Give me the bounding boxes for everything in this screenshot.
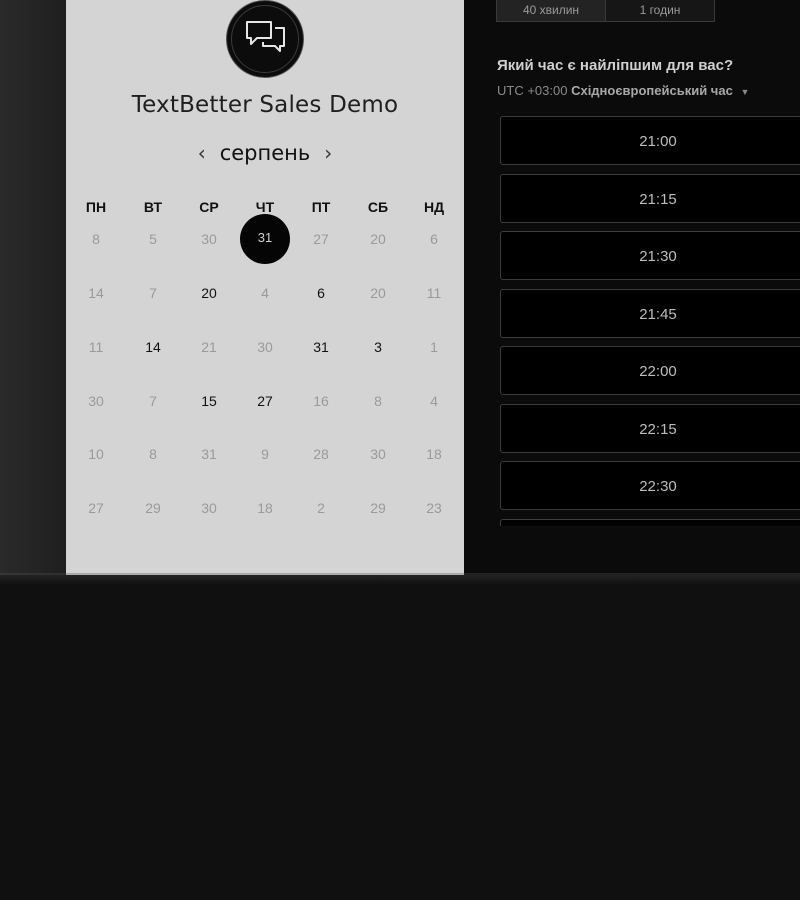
calendar-day: 4	[261, 285, 269, 301]
calendar-day: 2	[317, 500, 325, 516]
time-slot-button[interactable]: 21:00	[500, 116, 800, 165]
time-slot-label	[501, 520, 800, 527]
weekday-header: ВТ	[143, 199, 163, 215]
calendar-day: 23	[426, 500, 442, 516]
duration-tab-40-min[interactable]: 40 хвилин	[496, 0, 606, 22]
calendar-day: 11	[88, 339, 104, 355]
time-slot-button[interactable]: 22:30	[500, 461, 800, 510]
calendar-day: 7	[149, 393, 157, 409]
page-shadow	[0, 573, 800, 585]
time-slot-button[interactable]: 21:15	[500, 173, 800, 223]
calendar-day: 10	[88, 446, 104, 462]
calendar-day: 6	[430, 231, 438, 247]
calendar-day: 27	[88, 500, 104, 516]
timezone-name: Східноєвропейський час	[571, 83, 733, 98]
time-slot-label: 21:00	[639, 133, 677, 150]
calendar-day: 8	[92, 231, 100, 247]
calendar-day: 5	[149, 231, 157, 247]
duration-tabs: 40 хвилин 1 годин	[496, 0, 715, 22]
time-selection-panel: 40 хвилин 1 годин Який час є найліпшим д…	[464, 0, 800, 575]
caret-down-icon: ▼	[740, 87, 750, 97]
calendar-day: 29	[370, 500, 386, 516]
time-slot-button[interactable]: 22:00	[500, 346, 800, 395]
calendar-day: 9	[261, 446, 269, 462]
calendar-day: 27	[313, 231, 329, 247]
time-slot-button[interactable]	[500, 518, 800, 527]
weekday-header: ПТ	[311, 199, 331, 215]
weekday-header: ЧТ	[255, 199, 275, 215]
calendar-day[interactable]: 27	[240, 386, 290, 416]
time-slot-label: 21:45	[639, 305, 677, 323]
calendar-day: 21	[201, 339, 217, 355]
weekday-header: СБ	[367, 199, 389, 215]
time-slot-label: 21:30	[639, 248, 677, 265]
calendar-day: 14	[88, 285, 104, 301]
calendar-day[interactable]: 6	[296, 278, 346, 308]
calendar-day: 8	[374, 393, 382, 409]
calendar-day: 31	[201, 446, 217, 462]
timezone-offset: UTC +03:00	[497, 83, 568, 98]
calendar-day[interactable]: 14	[128, 332, 178, 362]
time-slot-label: 21:15	[639, 190, 677, 208]
duration-tab-1-hour[interactable]: 1 годин	[606, 0, 715, 22]
left-gutter	[0, 0, 66, 575]
time-question: Який час є найліпшим для вас?	[497, 57, 734, 74]
weekday-header: НД	[423, 199, 445, 215]
calendar-day: 29	[145, 500, 161, 516]
calendar-day-selected[interactable]: 31	[240, 214, 290, 264]
weekday-header: СР	[199, 199, 219, 215]
calendar-day: 20	[370, 285, 386, 301]
calendar-day: 11	[426, 285, 442, 301]
calendar-day: 28	[313, 446, 329, 462]
calendar-day: 30	[88, 393, 104, 409]
calendar-day: 18	[426, 446, 442, 462]
event-title: TextBetter Sales Demo	[131, 92, 399, 118]
chat-bubbles-icon	[226, 0, 304, 78]
calendar-day: 20	[370, 231, 386, 247]
time-slot-button[interactable]: 21:30	[500, 231, 800, 280]
month-label: серпень	[219, 141, 311, 165]
calendar-day: 8	[149, 446, 157, 462]
calendar-day[interactable]: 15	[184, 386, 234, 416]
calendar-day: 4	[430, 393, 438, 409]
calendar-day: 1	[430, 339, 438, 355]
calendar-day: 7	[149, 285, 157, 301]
calendar-day: 30	[201, 231, 217, 247]
calendar-day[interactable]: 31	[296, 332, 346, 362]
calendar-day: 30	[370, 446, 386, 462]
booking-widget: TextBetter Sales Demo ‹ серпень › ПН ВТ СР…	[0, 0, 800, 575]
month-navigation: ‹ серпень ›	[66, 138, 464, 168]
chat-bubbles-glyph	[246, 21, 285, 52]
timezone-selector[interactable]: UTC +03:00 Східноєвропейський час ▼	[497, 83, 749, 98]
chevron-left-icon[interactable]: ‹	[198, 138, 206, 168]
time-slot-button[interactable]: 22:15	[500, 403, 800, 453]
time-slot-label: 22:30	[639, 478, 677, 495]
time-slot-button[interactable]: 21:45	[500, 288, 800, 338]
calendar-day[interactable]: 3	[353, 332, 403, 362]
time-slot-label: 22:00	[639, 363, 677, 380]
calendar-day: 16	[313, 393, 329, 409]
calendar-day[interactable]: 20	[184, 278, 234, 308]
time-slots-viewport: 40 хвилин 1 годин Який час є найліпшим д…	[464, 0, 800, 526]
calendar-day: 30	[201, 500, 217, 516]
weekday-header: ПН	[85, 199, 107, 215]
calendar-day: 18	[257, 500, 273, 516]
time-slot-label: 22:15	[639, 420, 677, 438]
chevron-right-icon[interactable]: ›	[324, 138, 332, 168]
calendar-day: 30	[257, 339, 273, 355]
